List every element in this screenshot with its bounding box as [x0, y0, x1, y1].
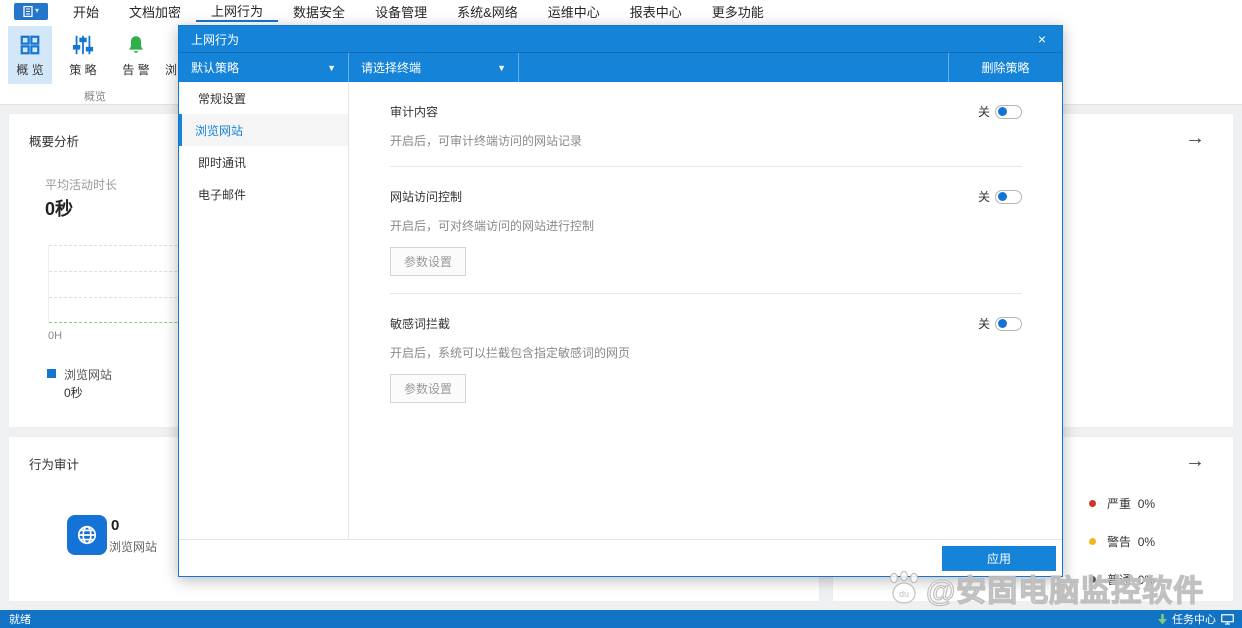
- toggle-state-label: 关: [977, 317, 990, 331]
- app-menu-button[interactable]: ▾: [14, 2, 48, 20]
- toggle-knob: [998, 319, 1007, 328]
- card-title: 行为审计: [29, 458, 80, 472]
- nav-item-email[interactable]: 电子邮件: [179, 178, 348, 210]
- menu-item-more[interactable]: 更多功能: [697, 0, 779, 22]
- stat-label: 浏览网站: [109, 540, 158, 554]
- chevron-down-icon: ▾: [34, 6, 39, 15]
- toggle-knob: [998, 192, 1007, 201]
- section-description: 开启后，可对终端访问的网站进行控制: [390, 219, 595, 233]
- nav-item-browse-sites[interactable]: 浏览网站: [179, 114, 348, 146]
- policy-dropdown[interactable]: 默认策略 ▼: [179, 53, 349, 82]
- apply-button[interactable]: 应用: [942, 546, 1056, 571]
- dialog-toolbar: 默认策略 ▼ 请选择终端 ▼ 删除策略: [179, 52, 1062, 82]
- toggle-row: 关: [978, 188, 1022, 205]
- menu-item-system-network[interactable]: 系统&网络: [442, 0, 533, 22]
- card-title: 概要分析: [29, 135, 80, 149]
- download-arrow-icon: [1158, 613, 1167, 624]
- nav-item-general-settings[interactable]: 常规设置: [179, 82, 348, 114]
- menu-item-data-security[interactable]: 数据安全: [278, 0, 360, 22]
- web-behavior-policy-dialog: 上网行为 × 默认策略 ▼ 请选择终端 ▼ 删除策略 常规设置 浏览网站 即时通…: [178, 25, 1063, 577]
- menu-bar: ▾ 开始 文档加密 上网行为 数据安全 设备管理 系统&网络 运维中心 报表中心…: [0, 0, 1242, 22]
- dialog-nav: 常规设置 浏览网站 即时通讯 电子邮件: [179, 82, 349, 539]
- nav-item-instant-messaging[interactable]: 即时通讯: [179, 146, 348, 178]
- legend-label: 警告 0%: [1107, 535, 1156, 549]
- legend-label: 普通 0%: [1107, 573, 1156, 587]
- ribbon-button-policy[interactable]: 策 略: [61, 26, 105, 84]
- section-title: 敏感词拦截: [390, 317, 451, 331]
- globe-icon: [77, 525, 97, 545]
- arrow-right-icon[interactable]: →: [1185, 128, 1205, 148]
- toolbar-spacer: [519, 53, 949, 82]
- toggle-state-label: 关: [977, 105, 990, 119]
- severity-legend: 严重 0% 警告 0% 普通 0%: [1089, 495, 1155, 609]
- chart-x-axis-label: 0H: [48, 330, 63, 342]
- menu-item-report-center[interactable]: 报表中心: [615, 0, 697, 22]
- ribbon-button-overview[interactable]: 概 览: [8, 26, 52, 84]
- close-icon[interactable]: ×: [1034, 32, 1050, 46]
- legend-item-severe: 严重 0%: [1089, 495, 1155, 512]
- toggle-row: 关: [978, 103, 1022, 120]
- menu-item-doc-encrypt[interactable]: 文档加密: [114, 0, 196, 22]
- metric-value: 0秒: [45, 199, 74, 219]
- legend-value: 0秒: [64, 386, 83, 400]
- chevron-down-icon: ▼: [497, 62, 506, 73]
- legend-item-warning: 警告 0%: [1089, 533, 1155, 550]
- toggle-row: 关: [978, 315, 1022, 332]
- task-center-button[interactable]: 任务中心: [1158, 611, 1234, 627]
- menu-item-ops-center[interactable]: 运维中心: [533, 0, 615, 22]
- dialog-titlebar: 上网行为 ×: [179, 26, 1062, 52]
- ribbon-group-label: 概览: [84, 91, 106, 103]
- ribbon-button-alert[interactable]: 告 警: [114, 26, 158, 84]
- task-center-label: 任务中心: [1172, 614, 1216, 626]
- menu-items: 开始 文档加密 上网行为 数据安全 设备管理 系统&网络 运维中心 报表中心 更…: [58, 0, 779, 22]
- ribbon-button-label: 概 览: [16, 63, 44, 77]
- sensitive-word-toggle[interactable]: [995, 316, 1022, 331]
- menu-item-device-mgmt[interactable]: 设备管理: [360, 0, 442, 22]
- section-sensitive-word-block: 敏感词拦截 关 开启后，系统可以拦截包含指定敏感词的网页 参数设置: [390, 294, 1022, 403]
- bell-icon: [125, 32, 147, 58]
- ribbon-button-label: 告 警: [122, 63, 150, 77]
- audit-content-toggle[interactable]: [995, 104, 1022, 119]
- legend-label: 浏览网站: [64, 368, 113, 382]
- ribbon-button-label: 策 略: [69, 63, 97, 77]
- toggle-knob: [998, 107, 1007, 116]
- severe-dot: [1089, 500, 1096, 507]
- normal-dot: [1089, 576, 1096, 583]
- section-site-access-control: 网站访问控制 关 开启后，可对终端访问的网站进行控制 参数设置: [390, 167, 1022, 294]
- delete-policy-button[interactable]: 删除策略: [949, 53, 1062, 82]
- section-title: 网站访问控制: [390, 190, 463, 204]
- legend-label: 严重 0%: [1107, 497, 1156, 511]
- document-icon: [23, 5, 33, 17]
- metric-label: 平均活动时长: [45, 178, 118, 192]
- status-text: 就绪: [9, 614, 31, 626]
- terminal-dropdown-value: 请选择终端: [361, 61, 422, 75]
- dialog-footer: 应用: [179, 539, 1062, 576]
- toggle-state-label: 关: [977, 190, 990, 204]
- site-access-toggle[interactable]: [995, 189, 1022, 204]
- dialog-title: 上网行为: [191, 32, 240, 47]
- monitor-icon: [1221, 613, 1234, 625]
- stat-value: 0: [111, 517, 120, 534]
- dialog-content: 审计内容 关 开启后，可审计终端访问的网站记录 网站访问控制 关 开启后，可对终…: [349, 82, 1062, 539]
- chevron-down-icon: ▼: [327, 62, 336, 73]
- arrow-right-icon[interactable]: →: [1185, 451, 1205, 471]
- params-settings-button[interactable]: 参数设置: [390, 247, 467, 276]
- menu-item-web-behavior[interactable]: 上网行为: [196, 0, 279, 22]
- dialog-body: 常规设置 浏览网站 即时通讯 电子邮件 审计内容 关 开启后，可审计终端访问的网…: [179, 82, 1062, 539]
- grid-icon: [19, 32, 41, 58]
- warning-dot: [1089, 538, 1096, 545]
- policy-dropdown-value: 默认策略: [191, 61, 240, 75]
- section-description: 开启后，可审计终端访问的网站记录: [390, 134, 583, 148]
- legend-swatch: [47, 369, 56, 378]
- sliders-icon: [72, 32, 94, 58]
- legend-item-normal: 普通 0%: [1089, 571, 1155, 588]
- terminal-dropdown[interactable]: 请选择终端 ▼: [349, 53, 519, 82]
- browse-sites-tile: [67, 515, 107, 555]
- params-settings-button[interactable]: 参数设置: [390, 374, 467, 403]
- status-bar: 就绪 任务中心: [0, 610, 1242, 628]
- section-audit-content: 审计内容 关 开启后，可审计终端访问的网站记录: [390, 82, 1022, 167]
- section-description: 开启后，系统可以拦截包含指定敏感词的网页: [390, 346, 631, 360]
- menu-item-start[interactable]: 开始: [58, 0, 114, 22]
- section-title: 审计内容: [390, 105, 439, 119]
